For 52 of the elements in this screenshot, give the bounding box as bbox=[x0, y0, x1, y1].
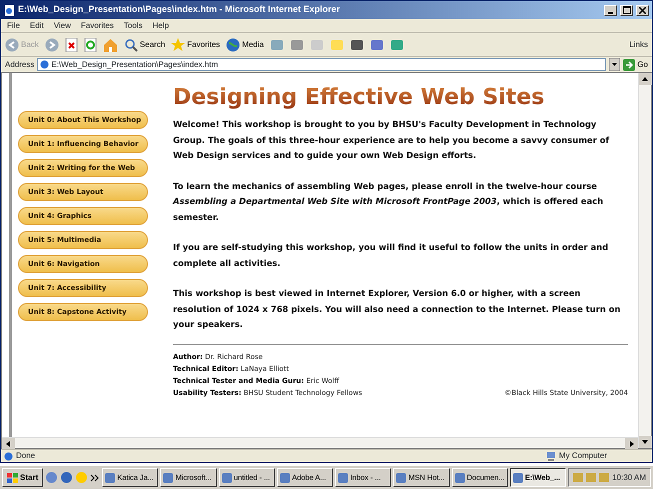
app-icon bbox=[512, 472, 523, 482]
page-icon bbox=[40, 60, 50, 69]
close-icon bbox=[639, 6, 646, 14]
clock-text: 10:30 AM bbox=[612, 472, 646, 484]
maximize-icon bbox=[622, 6, 630, 14]
maximize-button[interactable] bbox=[620, 4, 633, 16]
menu-item[interactable]: Favorites bbox=[80, 20, 114, 32]
windows-logo-icon bbox=[7, 472, 18, 482]
paragraph: To learn the mechanics of assembling Web pages, please enroll in the twelve-hour course Assembling a Departmental Web Site with Microsoft FrontPage 2003, which is offered each semester. bbox=[173, 180, 604, 224]
dropdown-icon[interactable] bbox=[609, 58, 620, 71]
media-button[interactable]: Media bbox=[226, 38, 264, 52]
stop-icon[interactable] bbox=[64, 38, 78, 52]
app-icon bbox=[163, 472, 174, 482]
menu-item[interactable]: Edit bbox=[30, 20, 44, 32]
menu-item[interactable]: Tools bbox=[124, 20, 142, 32]
page-icon bbox=[4, 452, 13, 460]
scroll-down-button[interactable] bbox=[639, 436, 652, 448]
star-icon bbox=[171, 38, 186, 52]
links-label[interactable]: Links bbox=[629, 38, 648, 50]
zone-text: My Computer bbox=[559, 450, 608, 462]
menu-item[interactable]: File bbox=[7, 20, 20, 32]
refresh-icon[interactable] bbox=[84, 38, 97, 52]
scroll-left-button[interactable] bbox=[2, 438, 15, 450]
close-button[interactable] bbox=[636, 4, 649, 16]
app-icon bbox=[396, 472, 406, 482]
globe-icon bbox=[226, 38, 240, 52]
paragraph: Welcome! This workshop is brought to you by BHSU's Faculty Development in Technology Group. The goals of this three-hour experience are to help you become a savvy consumer of Web Design services and to guide your own Web Design efforts. bbox=[173, 118, 610, 162]
minimize-button[interactable] bbox=[604, 4, 617, 16]
ie-page-icon bbox=[4, 4, 15, 16]
search-button[interactable]: Search bbox=[124, 38, 166, 52]
address-label: Address bbox=[5, 58, 34, 70]
chevron-icon[interactable] bbox=[90, 474, 100, 482]
search-icon bbox=[124, 38, 138, 52]
scroll-right-button[interactable] bbox=[625, 438, 638, 450]
app-icon bbox=[454, 472, 465, 482]
app-icon bbox=[105, 472, 116, 482]
home-icon[interactable] bbox=[102, 38, 118, 52]
app-icon bbox=[338, 472, 348, 482]
app-icon bbox=[222, 472, 232, 482]
scroll-up-button[interactable] bbox=[639, 73, 652, 85]
paragraph: If you are self-studying this workshop, you will find it useful to follow the units in order and complete all activities. bbox=[173, 241, 610, 270]
menu-item[interactable]: View bbox=[54, 20, 71, 32]
start-button[interactable]: Start bbox=[2, 468, 44, 487]
status-text: Done bbox=[16, 450, 36, 462]
computer-icon bbox=[546, 452, 556, 460]
go-button[interactable]: Go bbox=[623, 58, 648, 70]
address-field[interactable]: E:\Web_Design_Presentation\Pages\index.htm bbox=[37, 58, 606, 71]
menu-item[interactable]: Help bbox=[152, 20, 169, 32]
app-icon bbox=[280, 472, 290, 482]
window-title: E:\Web_Design_Presentation\Pages\index.htm - Microsoft Internet Explorer bbox=[18, 3, 341, 16]
paragraph: This workshop is best viewed in Internet Explorer, Version 6.0 or higher, with a screen resolution of 1024 x 768 pixels. You will also need a connection to the Internet. Please turn on your speakers. bbox=[173, 287, 622, 331]
favorites-button[interactable]: Favorites bbox=[171, 38, 220, 52]
